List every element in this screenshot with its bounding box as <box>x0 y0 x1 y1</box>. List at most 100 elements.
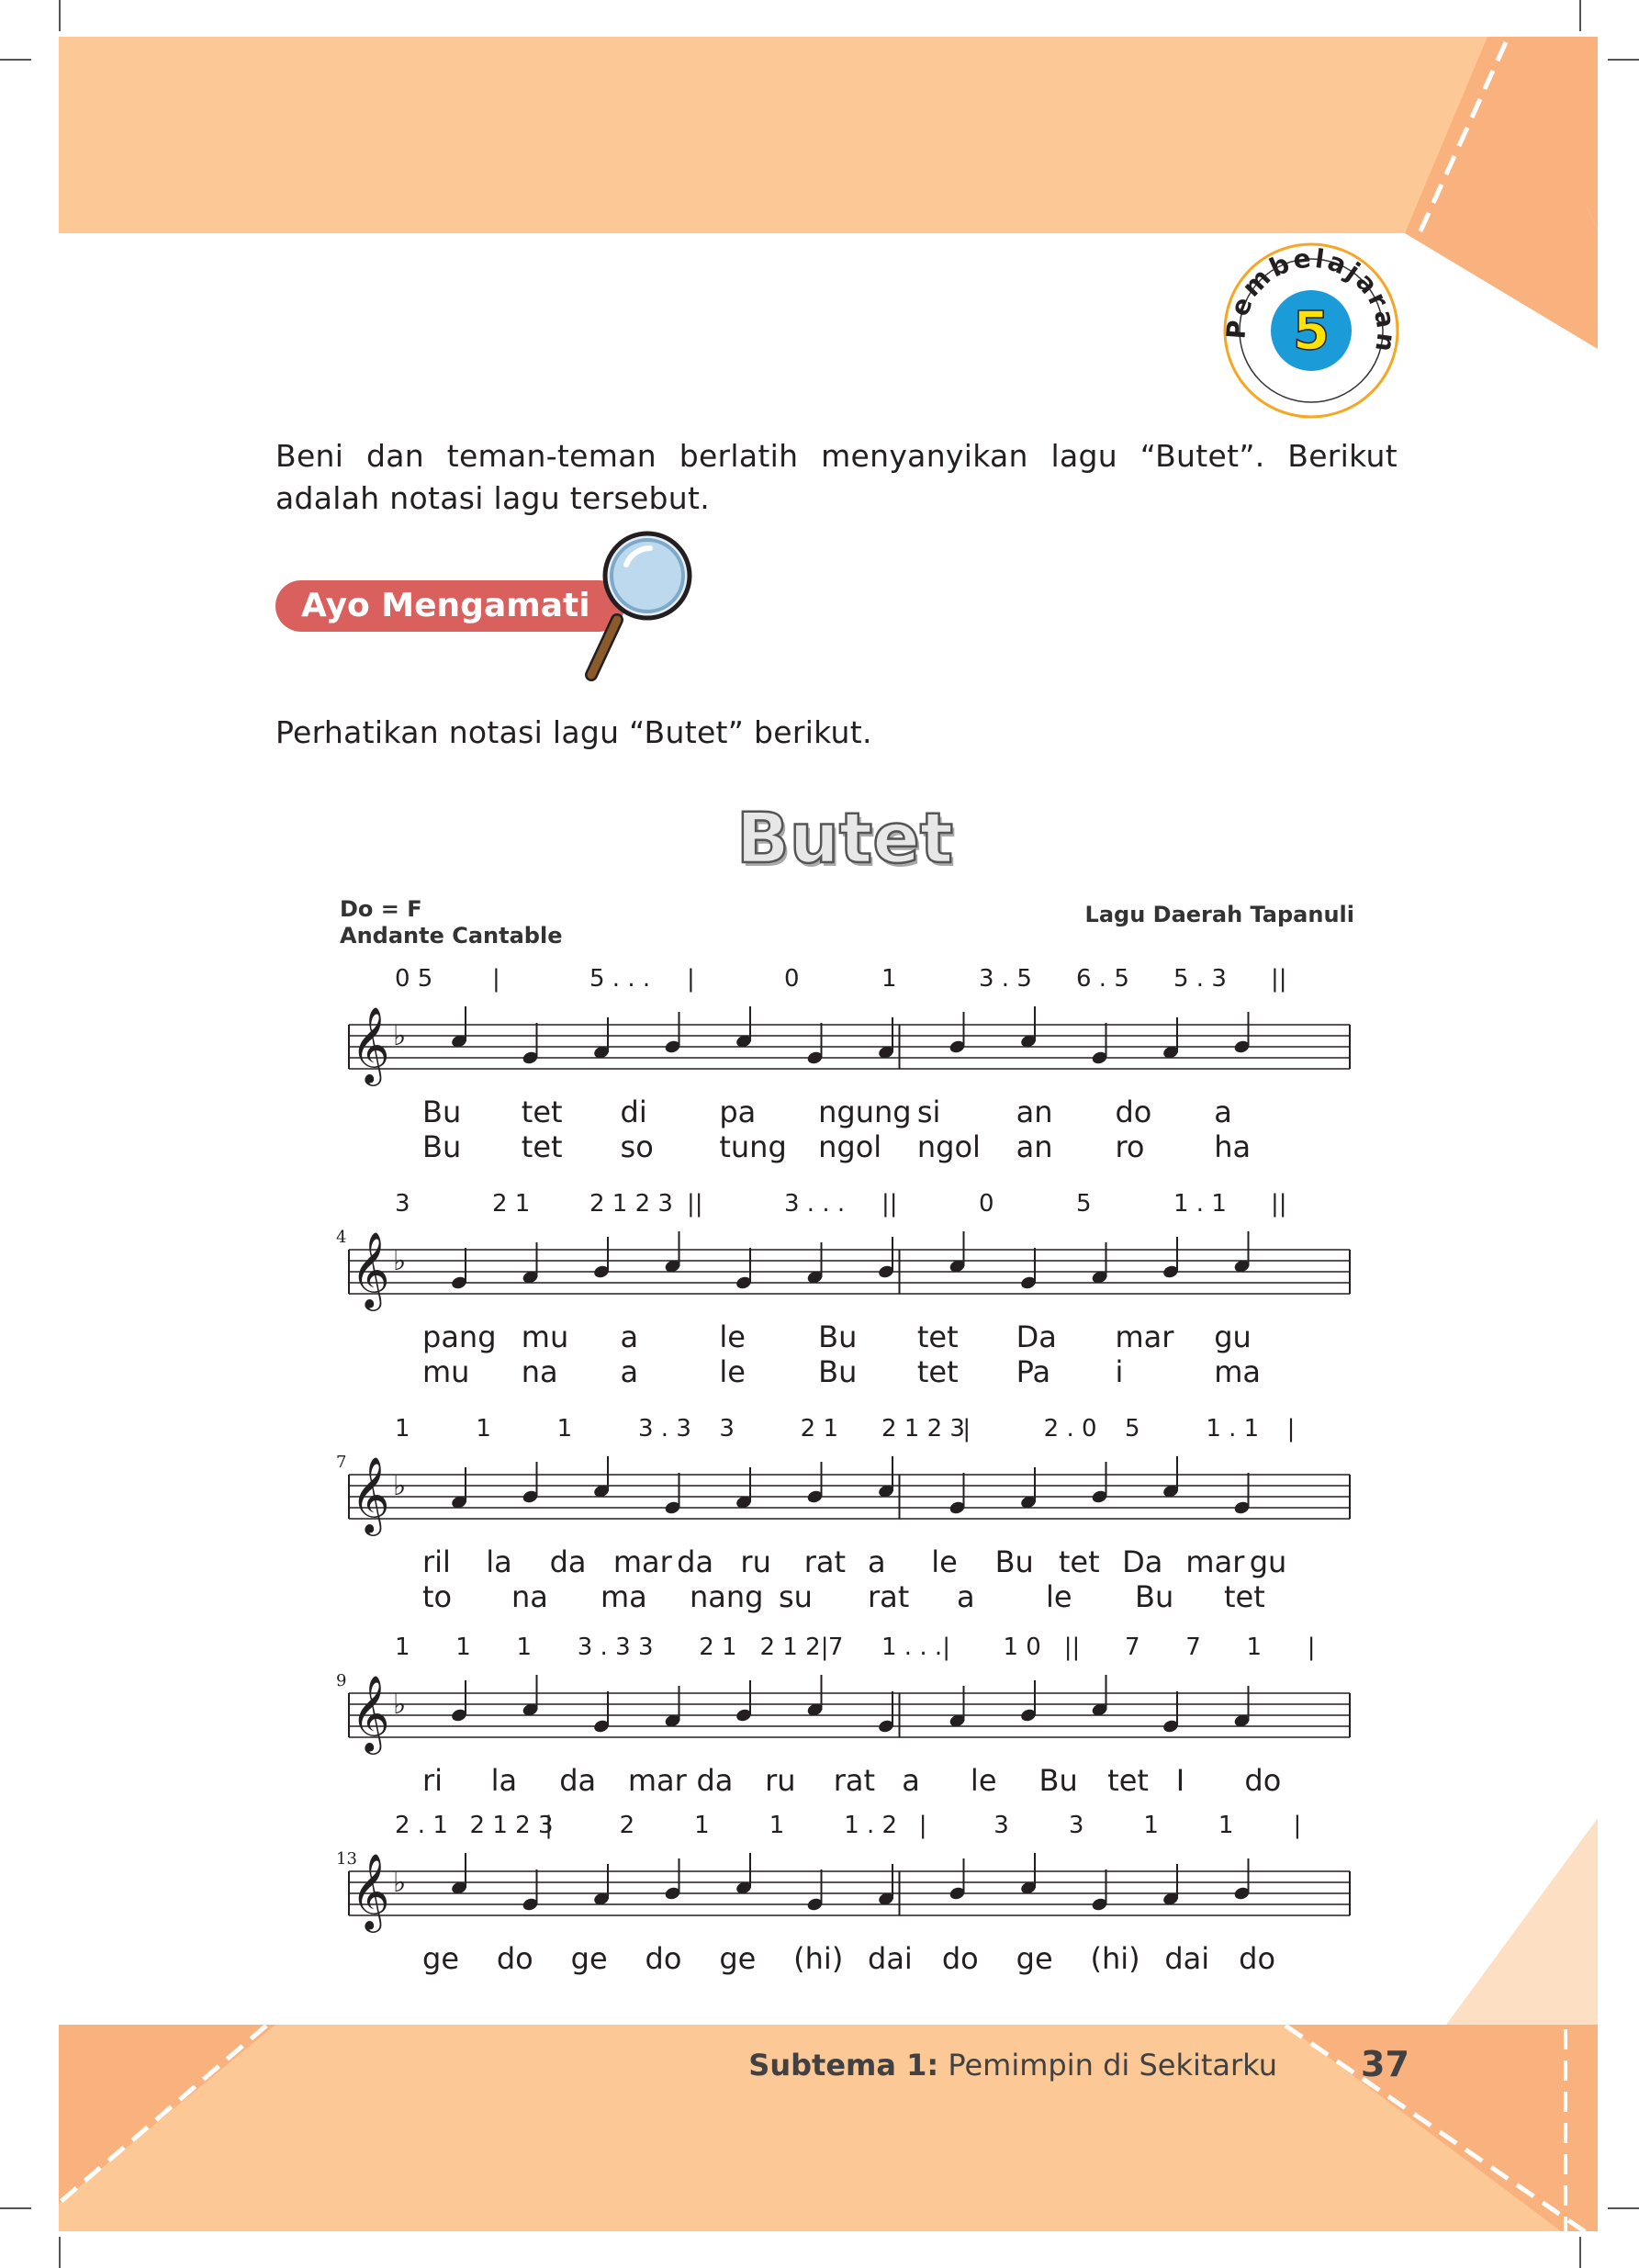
lyric-syllable: ma <box>601 1579 647 1614</box>
lyric-syllable: a <box>868 1544 886 1579</box>
magnifier-icon <box>585 531 692 681</box>
lyric-syllable: ru <box>765 1763 795 1798</box>
cipher-note: 3 . 3 <box>638 1415 691 1443</box>
treble-clef-icon: 𝄞 <box>351 1455 390 1536</box>
cipher-note: 2 1 2 3 <box>881 1415 965 1443</box>
cipher-note: | <box>1308 1634 1316 1661</box>
cipher-note: || <box>687 1190 703 1218</box>
footer-subtema-text: Pemimpin di Sekitarku <box>948 2048 1277 2083</box>
cipher-note: | <box>821 1634 829 1661</box>
cipher-note: 1 <box>557 1415 573 1443</box>
cipher-note: 1 <box>395 1415 410 1443</box>
cipher-note: | <box>962 1415 971 1443</box>
cipher-note: 7 <box>1125 1634 1140 1661</box>
lyric-syllable: i <box>1115 1354 1123 1389</box>
lyric-syllable: ril <box>422 1544 451 1579</box>
cipher-note: 3 . . . <box>784 1190 845 1218</box>
cipher-note: 2 . 0 <box>1044 1415 1097 1443</box>
cipher-note: || <box>1271 965 1287 993</box>
lyric-syllable: ngung <box>818 1095 911 1129</box>
measure-number: 7 <box>336 1453 346 1472</box>
lyric-syllable: ru <box>740 1544 770 1579</box>
lyric-syllable: tet <box>1224 1579 1265 1614</box>
cipher-note: | <box>492 965 500 993</box>
instruction-text: Perhatikan notasi lagu “Butet” berikut. <box>275 714 872 750</box>
footer-subtema-bold: Subtema 1: <box>748 2048 939 2083</box>
cipher-note: 1 . . . <box>881 1634 942 1661</box>
lyric-syllable: ma <box>1214 1354 1261 1389</box>
lyric-syllable: do <box>1115 1095 1151 1129</box>
lyric-syllable: tet <box>522 1095 563 1129</box>
lyric-syllable: ri <box>422 1763 443 1798</box>
crop-mark <box>1608 59 1639 61</box>
lyric-syllable: a <box>902 1763 920 1798</box>
lyric-syllable: la <box>486 1544 512 1579</box>
lesson-badge: Pembelajaran 5 <box>1221 242 1399 419</box>
footer-subtema: Subtema 1: Pemimpin di Sekitarku <box>748 2048 1277 2083</box>
lyric-syllable: Pa <box>1016 1354 1050 1389</box>
cipher-note: 5 . 3 <box>1173 965 1227 993</box>
lyric-syllable: si <box>917 1095 941 1129</box>
lyric-syllable: la <box>491 1763 518 1798</box>
lyric-syllable: tet <box>1059 1544 1100 1579</box>
lyric-syllable: Bu <box>1039 1763 1078 1798</box>
lyric-syllable: a <box>1214 1095 1232 1129</box>
cipher-note: 1 . 1 <box>1173 1190 1227 1218</box>
header-band <box>59 37 1587 233</box>
lyric-syllable: da <box>677 1544 713 1579</box>
lyric-syllable: pang <box>422 1319 497 1354</box>
lyric-syllable: Da <box>1016 1319 1057 1354</box>
cipher-note: 0 5 <box>395 965 432 993</box>
lyric-syllable: rat <box>868 1579 909 1614</box>
lyric-syllable: pa <box>719 1095 756 1129</box>
lyric-syllable: a <box>957 1579 975 1614</box>
lyric-syllable: mar <box>613 1544 673 1579</box>
treble-clef-icon: 𝄞 <box>351 1005 390 1086</box>
cipher-note: 0 <box>784 965 800 993</box>
lyric-syllable: a <box>621 1319 639 1354</box>
cipher-note: 7 <box>1185 1634 1201 1661</box>
lyric-syllable: ngol <box>917 1129 981 1164</box>
lyric-syllable: mar <box>1115 1319 1174 1354</box>
footer-decoration <box>35 1818 1600 2243</box>
cipher-note: 5 <box>1125 1415 1140 1443</box>
lyric-syllable: an <box>1016 1129 1053 1164</box>
lyric-syllable: di <box>621 1095 647 1129</box>
cipher-note: | <box>942 1634 950 1661</box>
lyric-syllable: tet <box>917 1319 959 1354</box>
lyric-syllable: na <box>511 1579 548 1614</box>
lyric-syllable: da <box>559 1763 596 1798</box>
cipher-note: 3 <box>719 1415 735 1443</box>
cipher-note: 2 1 <box>492 1190 530 1218</box>
cipher-note: 3 <box>395 1190 410 1218</box>
lyric-syllable: tet <box>522 1129 563 1164</box>
cipher-note: 2 1 2 3 <box>589 1190 673 1218</box>
lyric-syllable: mar <box>628 1763 688 1798</box>
cipher-note: || <box>1064 1634 1081 1661</box>
lyric-syllable: Bu <box>818 1319 857 1354</box>
lyric-syllable: na <box>522 1354 558 1389</box>
lyric-syllable: I <box>1176 1763 1184 1798</box>
lyric-syllable: Da <box>1122 1544 1162 1579</box>
crop-mark <box>0 59 31 61</box>
song-origin: Lagu Daerah Tapanuli <box>1084 902 1354 927</box>
lyric-syllable: do <box>1244 1763 1281 1798</box>
cipher-note: 0 <box>979 1190 994 1218</box>
song-key: Do = F <box>340 896 422 922</box>
cipher-note: 5 <box>1076 1190 1092 1218</box>
cipher-note: 1 . 1 <box>1206 1415 1259 1443</box>
lyric-syllable: mu <box>522 1319 568 1354</box>
lyric-syllable: rat <box>804 1544 846 1579</box>
cipher-note: 3 <box>638 1634 654 1661</box>
lyric-syllable: Bu <box>995 1544 1034 1579</box>
intro-paragraph: Beni dan teman-teman berlatih menyanyika… <box>275 438 1398 516</box>
lyric-syllable: to <box>422 1579 452 1614</box>
cipher-note: | <box>687 965 695 993</box>
lyric-syllable: Bu <box>422 1129 461 1164</box>
cipher-note: 6 . 5 <box>1076 965 1129 993</box>
lyric-syllable: so <box>621 1129 654 1164</box>
lyric-syllable: gu <box>1214 1319 1252 1354</box>
measure-number: 4 <box>336 1228 346 1247</box>
cipher-note: 1 <box>881 965 897 993</box>
lyric-syllable: le <box>719 1319 746 1354</box>
